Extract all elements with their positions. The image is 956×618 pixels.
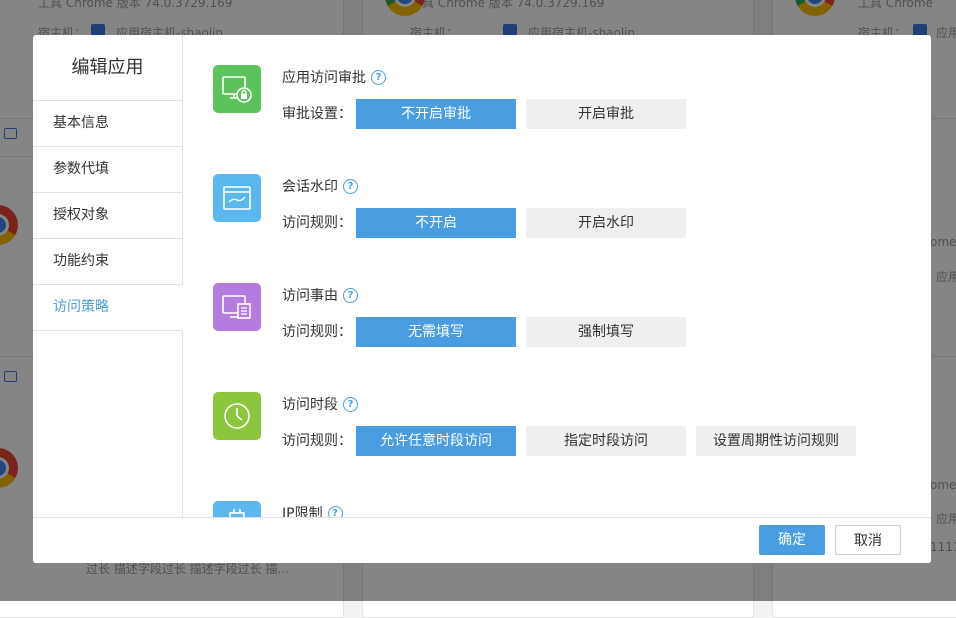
section-title: 访问时段?: [282, 393, 358, 415]
section-title: 访问事由?: [282, 284, 358, 306]
modal-title: 编辑应用: [33, 35, 182, 101]
reason-icon: [213, 283, 261, 331]
help-icon[interactable]: ?: [327, 505, 343, 517]
help-icon[interactable]: ?: [343, 287, 358, 303]
rule-label: 访问规则：: [282, 433, 352, 449]
nav-item-basic-info[interactable]: 基本信息: [33, 101, 182, 147]
modal-footer: 确定 取消: [33, 517, 931, 563]
section-title: IP限制?: [282, 502, 343, 517]
section-title: 会话水印?: [282, 175, 358, 197]
nav-item-access-policy[interactable]: 访问策略: [33, 285, 183, 331]
help-icon[interactable]: ?: [371, 69, 386, 85]
rule-label: 访问规则：: [282, 215, 352, 231]
option-reason-required[interactable]: 强制填写: [526, 317, 686, 347]
option-specific-time[interactable]: 指定时段访问: [526, 426, 686, 456]
option-approval-off[interactable]: 不开启审批: [356, 99, 516, 129]
section-title: 应用访问审批?: [282, 66, 386, 88]
ip-icon: [213, 501, 261, 517]
option-reason-none[interactable]: 无需填写: [356, 317, 516, 347]
option-approval-on[interactable]: 开启审批: [526, 99, 686, 129]
option-watermark-on[interactable]: 开启水印: [526, 208, 686, 238]
section-timeslot: 访问时段? 访问规则： 允许任意时段访问 指定时段访问 设置周期性访问规则: [213, 392, 913, 456]
nav-item-function-limit[interactable]: 功能约束: [33, 239, 182, 285]
edit-app-modal: 编辑应用 基本信息 参数代填 授权对象 功能约束 访问策略 应用访问审批? 审批…: [33, 35, 931, 563]
option-periodic-rule[interactable]: 设置周期性访问规则: [696, 426, 856, 456]
help-icon[interactable]: ?: [343, 178, 358, 194]
rule-label: 审批设置：: [282, 106, 352, 122]
clock-icon: [213, 392, 261, 440]
rule-label: 访问规则：: [282, 324, 352, 340]
nav-item-authorization[interactable]: 授权对象: [33, 193, 182, 239]
watermark-icon: [213, 174, 261, 222]
policy-content[interactable]: 应用访问审批? 审批设置： 不开启审批 开启审批 会话水印? 访问规则： 不开启…: [183, 35, 931, 517]
nav-item-param-fill[interactable]: 参数代填: [33, 147, 182, 193]
section-watermark: 会话水印? 访问规则： 不开启 开启水印: [213, 174, 913, 238]
section-reason: 访问事由? 访问规则： 无需填写 强制填写: [213, 283, 913, 347]
approval-icon: [213, 65, 261, 113]
option-any-time[interactable]: 允许任意时段访问: [356, 426, 516, 456]
help-icon[interactable]: ?: [343, 396, 358, 412]
confirm-button[interactable]: 确定: [759, 525, 825, 555]
section-ip-limit: IP限制?: [213, 501, 913, 517]
option-watermark-off[interactable]: 不开启: [356, 208, 516, 238]
cancel-button[interactable]: 取消: [835, 525, 901, 555]
modal-sidebar: 编辑应用 基本信息 参数代填 授权对象 功能约束 访问策略: [33, 35, 183, 517]
section-approval: 应用访问审批? 审批设置： 不开启审批 开启审批: [213, 65, 913, 129]
